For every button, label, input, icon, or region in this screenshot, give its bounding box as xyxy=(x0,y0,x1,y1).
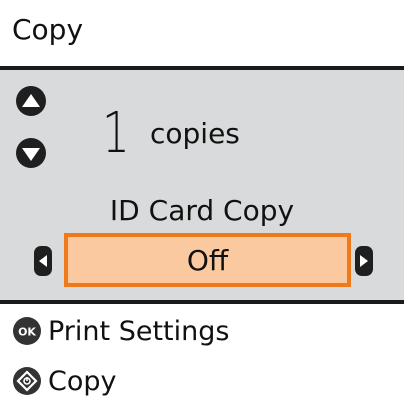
triangle-up-icon xyxy=(22,94,40,107)
screen-title: Copy xyxy=(12,13,84,46)
previous-value-button[interactable] xyxy=(34,246,52,276)
copy-screen: Copy 1 copies ID Card Copy Off OK Print … xyxy=(0,0,404,403)
decrease-copies-button[interactable] xyxy=(16,138,46,168)
id-card-copy-value: Off xyxy=(186,243,229,277)
left-arrow-icon xyxy=(39,255,47,267)
start-diamond-icon xyxy=(12,366,42,396)
copy-label: Copy xyxy=(48,365,117,397)
ok-button-icon: OK xyxy=(12,316,42,346)
triangle-down-icon xyxy=(22,148,40,161)
divider-bottom xyxy=(0,300,404,304)
right-arrow-icon xyxy=(360,255,368,267)
copies-label: copies xyxy=(150,117,240,150)
svg-text:OK: OK xyxy=(18,326,36,339)
increase-copies-button[interactable] xyxy=(16,86,46,116)
next-value-button[interactable] xyxy=(355,246,373,276)
id-card-copy-label: ID Card Copy xyxy=(109,194,295,227)
copy-start-item[interactable]: Copy xyxy=(12,364,117,398)
print-settings-label: Print Settings xyxy=(48,315,230,347)
title-bar: Copy xyxy=(0,0,404,66)
copies-count[interactable]: 1 xyxy=(102,106,130,162)
print-settings-item[interactable]: OK Print Settings xyxy=(12,314,229,348)
id-card-copy-value-field[interactable]: Off xyxy=(64,233,351,287)
